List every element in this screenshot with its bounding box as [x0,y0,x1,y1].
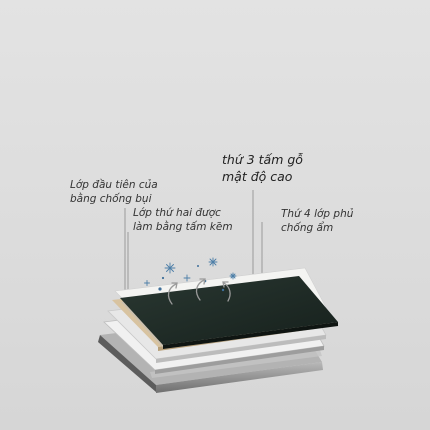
dust-particle-icon [183,274,191,282]
layer1-label-line2: bằng chống bụi [70,193,152,206]
layer4-label: Thứ 4 lớp phủ chống ẩm [281,207,353,235]
layer2-label: Lớp thứ hai được làm bằng tấm kẽm [133,206,233,234]
layer4-label-line2: chống ẩm [281,222,334,235]
dust-particle-icon [208,257,218,267]
layer3-label-line1: thứ 3 tấm gỗ [222,152,303,167]
product-illustration: Lớp đầu tiên của bằng chống bụi Lớp thứ … [0,0,430,430]
layer4-label-line1: Thứ 4 lớp phủ [281,208,354,220]
dust-particle-icon [229,272,237,280]
layer3-label-line2: mật độ cao [222,168,293,184]
dust-particle-icon [164,262,176,274]
dust-particle-icon [144,280,150,286]
layer1-label-line1: Lớp đầu tiên của [70,179,158,191]
layer3-label: thứ 3 tấm gỗ mật độ cao [222,152,303,186]
layer2-label-line1: Lớp thứ hai được [133,207,221,219]
layer2-label-line2: làm bằng tấm kẽm [133,221,233,234]
layer1-label: Lớp đầu tiên của bằng chống bụi [70,178,158,206]
